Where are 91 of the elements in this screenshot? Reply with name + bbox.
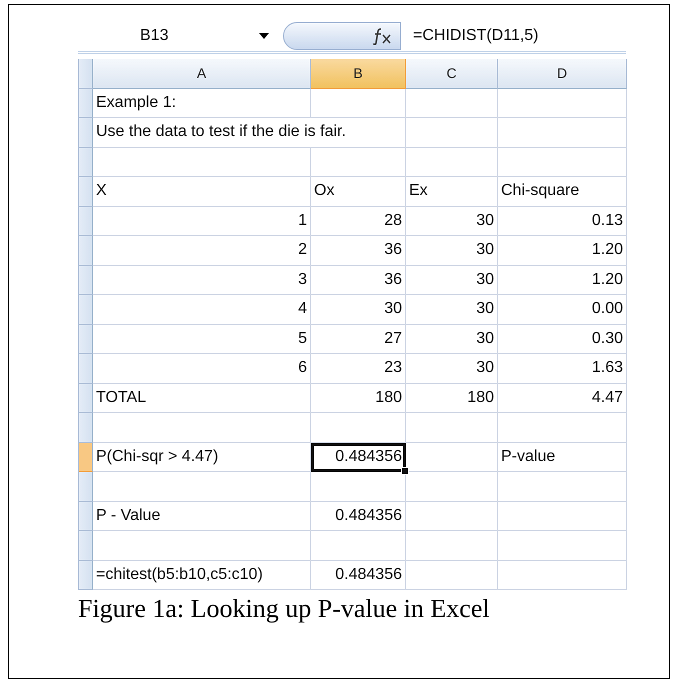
column-header[interactable]: B — [311, 59, 406, 88]
row-header[interactable] — [79, 502, 93, 531]
row-header[interactable] — [79, 295, 93, 324]
row-header[interactable] — [79, 560, 93, 590]
empty-cell[interactable] — [498, 502, 627, 531]
table-cell[interactable]: P - Value — [93, 502, 311, 531]
table-cell[interactable]: 28 — [311, 206, 406, 236]
table-cell[interactable]: Example 1: — [93, 88, 311, 118]
table-cell[interactable]: 0.13 — [498, 206, 627, 236]
table-cell[interactable]: 30 — [406, 324, 498, 354]
empty-cell[interactable] — [498, 413, 627, 442]
column-header[interactable]: D — [498, 59, 627, 88]
table-cell[interactable]: TOTAL — [93, 384, 311, 413]
table-cell[interactable]: P(Chi-sqr > 4.47) — [93, 442, 311, 472]
empty-cell[interactable] — [406, 88, 498, 118]
table-cell[interactable]: 30 — [406, 236, 498, 266]
empty-cell[interactable] — [498, 472, 627, 502]
row-header[interactable] — [79, 118, 93, 148]
table-cell[interactable]: 3 — [93, 266, 311, 295]
table-cell[interactable]: 1.20 — [498, 266, 627, 295]
row-header[interactable] — [79, 206, 93, 236]
table-cell[interactable]: 36 — [311, 266, 406, 295]
row-header[interactable] — [79, 266, 93, 295]
table-cell[interactable]: 30 — [406, 354, 498, 384]
table-cell[interactable]: Ex — [406, 177, 498, 206]
empty-cell[interactable] — [406, 560, 498, 590]
empty-cell[interactable] — [406, 413, 498, 442]
empty-cell[interactable] — [406, 531, 498, 560]
empty-cell[interactable] — [498, 148, 627, 177]
table-cell[interactable]: 0.484356 — [311, 502, 406, 531]
table-cell[interactable]: P-value — [498, 442, 627, 472]
table-cell[interactable]: 1.63 — [498, 354, 627, 384]
table-cell[interactable]: 0.484356 — [311, 442, 406, 472]
table-cell[interactable]: =chitest(b5:b10,c5:c10) — [93, 560, 311, 590]
table-cell[interactable]: 2 — [93, 236, 311, 266]
table-cell[interactable]: 5 — [93, 324, 311, 354]
figure-caption: Figure 1a: Looking up P-value in Excel — [78, 594, 491, 624]
row-header[interactable] — [79, 236, 93, 266]
table-cell[interactable]: 6 — [93, 354, 311, 384]
empty-cell[interactable] — [498, 560, 627, 590]
empty-cell[interactable] — [406, 118, 498, 148]
formula-field[interactable]: =CHIDIST(D11,5) — [401, 27, 539, 45]
empty-cell[interactable] — [406, 502, 498, 531]
row-header[interactable] — [79, 531, 93, 560]
table-cell[interactable]: 4 — [93, 295, 311, 324]
row-header[interactable] — [79, 148, 93, 177]
row-header[interactable] — [79, 384, 93, 413]
table-cell[interactable]: 30 — [406, 266, 498, 295]
table-cell[interactable]: 27 — [311, 324, 406, 354]
table-cell[interactable]: 0.484356 — [311, 560, 406, 590]
empty-cell[interactable] — [311, 148, 406, 177]
caret-icon[interactable] — [259, 33, 269, 39]
table-cell[interactable]: 1 — [93, 206, 311, 236]
row-header[interactable] — [79, 442, 93, 472]
table-cell[interactable]: 0.00 — [498, 295, 627, 324]
table-cell[interactable]: Ox — [311, 177, 406, 206]
table-cell[interactable]: 30 — [406, 295, 498, 324]
row-header[interactable] — [79, 413, 93, 442]
function-icon[interactable] — [372, 27, 392, 45]
select-all-corner[interactable] — [79, 59, 93, 88]
empty-cell[interactable] — [498, 118, 627, 148]
table-cell[interactable]: 180 — [311, 384, 406, 413]
column-header[interactable]: C — [406, 59, 498, 88]
row-header[interactable] — [79, 324, 93, 354]
table-cell[interactable]: 23 — [311, 354, 406, 384]
empty-cell[interactable] — [406, 472, 498, 502]
column-header[interactable]: A — [93, 59, 311, 88]
table-cell[interactable]: Chi-square — [498, 177, 627, 206]
empty-cell[interactable] — [406, 442, 498, 472]
row-header[interactable] — [79, 88, 93, 118]
table-cell[interactable]: 4.47 — [498, 384, 627, 413]
empty-cell[interactable] — [311, 531, 406, 560]
table-cell[interactable]: 0.30 — [498, 324, 627, 354]
name-box[interactable]: B13 — [78, 27, 283, 45]
table-cell[interactable]: 1.20 — [498, 236, 627, 266]
fill-handle[interactable] — [401, 467, 409, 475]
empty-cell[interactable] — [498, 531, 627, 560]
empty-cell[interactable] — [498, 88, 627, 118]
table-cell[interactable]: 30 — [311, 295, 406, 324]
row-header[interactable] — [79, 177, 93, 206]
empty-cell[interactable] — [311, 472, 406, 502]
table-cell[interactable]: Use the data to test if the die is fair. — [93, 118, 406, 148]
empty-cell[interactable] — [311, 413, 406, 442]
row-header[interactable] — [79, 354, 93, 384]
table-cell[interactable]: 36 — [311, 236, 406, 266]
empty-cell[interactable] — [406, 148, 498, 177]
table-cell[interactable]: 180 — [406, 384, 498, 413]
table-cell[interactable]: X — [93, 177, 311, 206]
empty-cell[interactable] — [311, 88, 406, 118]
table-cell[interactable]: 30 — [406, 206, 498, 236]
row-header[interactable] — [79, 472, 93, 502]
